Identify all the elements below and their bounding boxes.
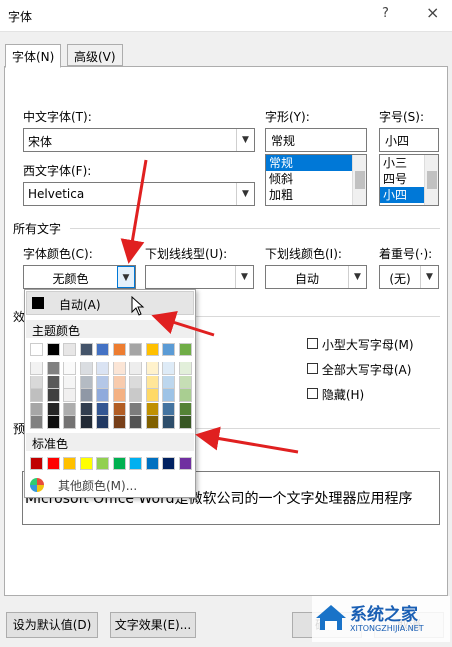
red-arrow — [120, 159, 148, 264]
red-arrow — [195, 426, 299, 454]
red-arrow — [151, 311, 215, 337]
mouse-cursor-icon — [131, 296, 145, 316]
annotation-arrows — [120, 159, 299, 454]
